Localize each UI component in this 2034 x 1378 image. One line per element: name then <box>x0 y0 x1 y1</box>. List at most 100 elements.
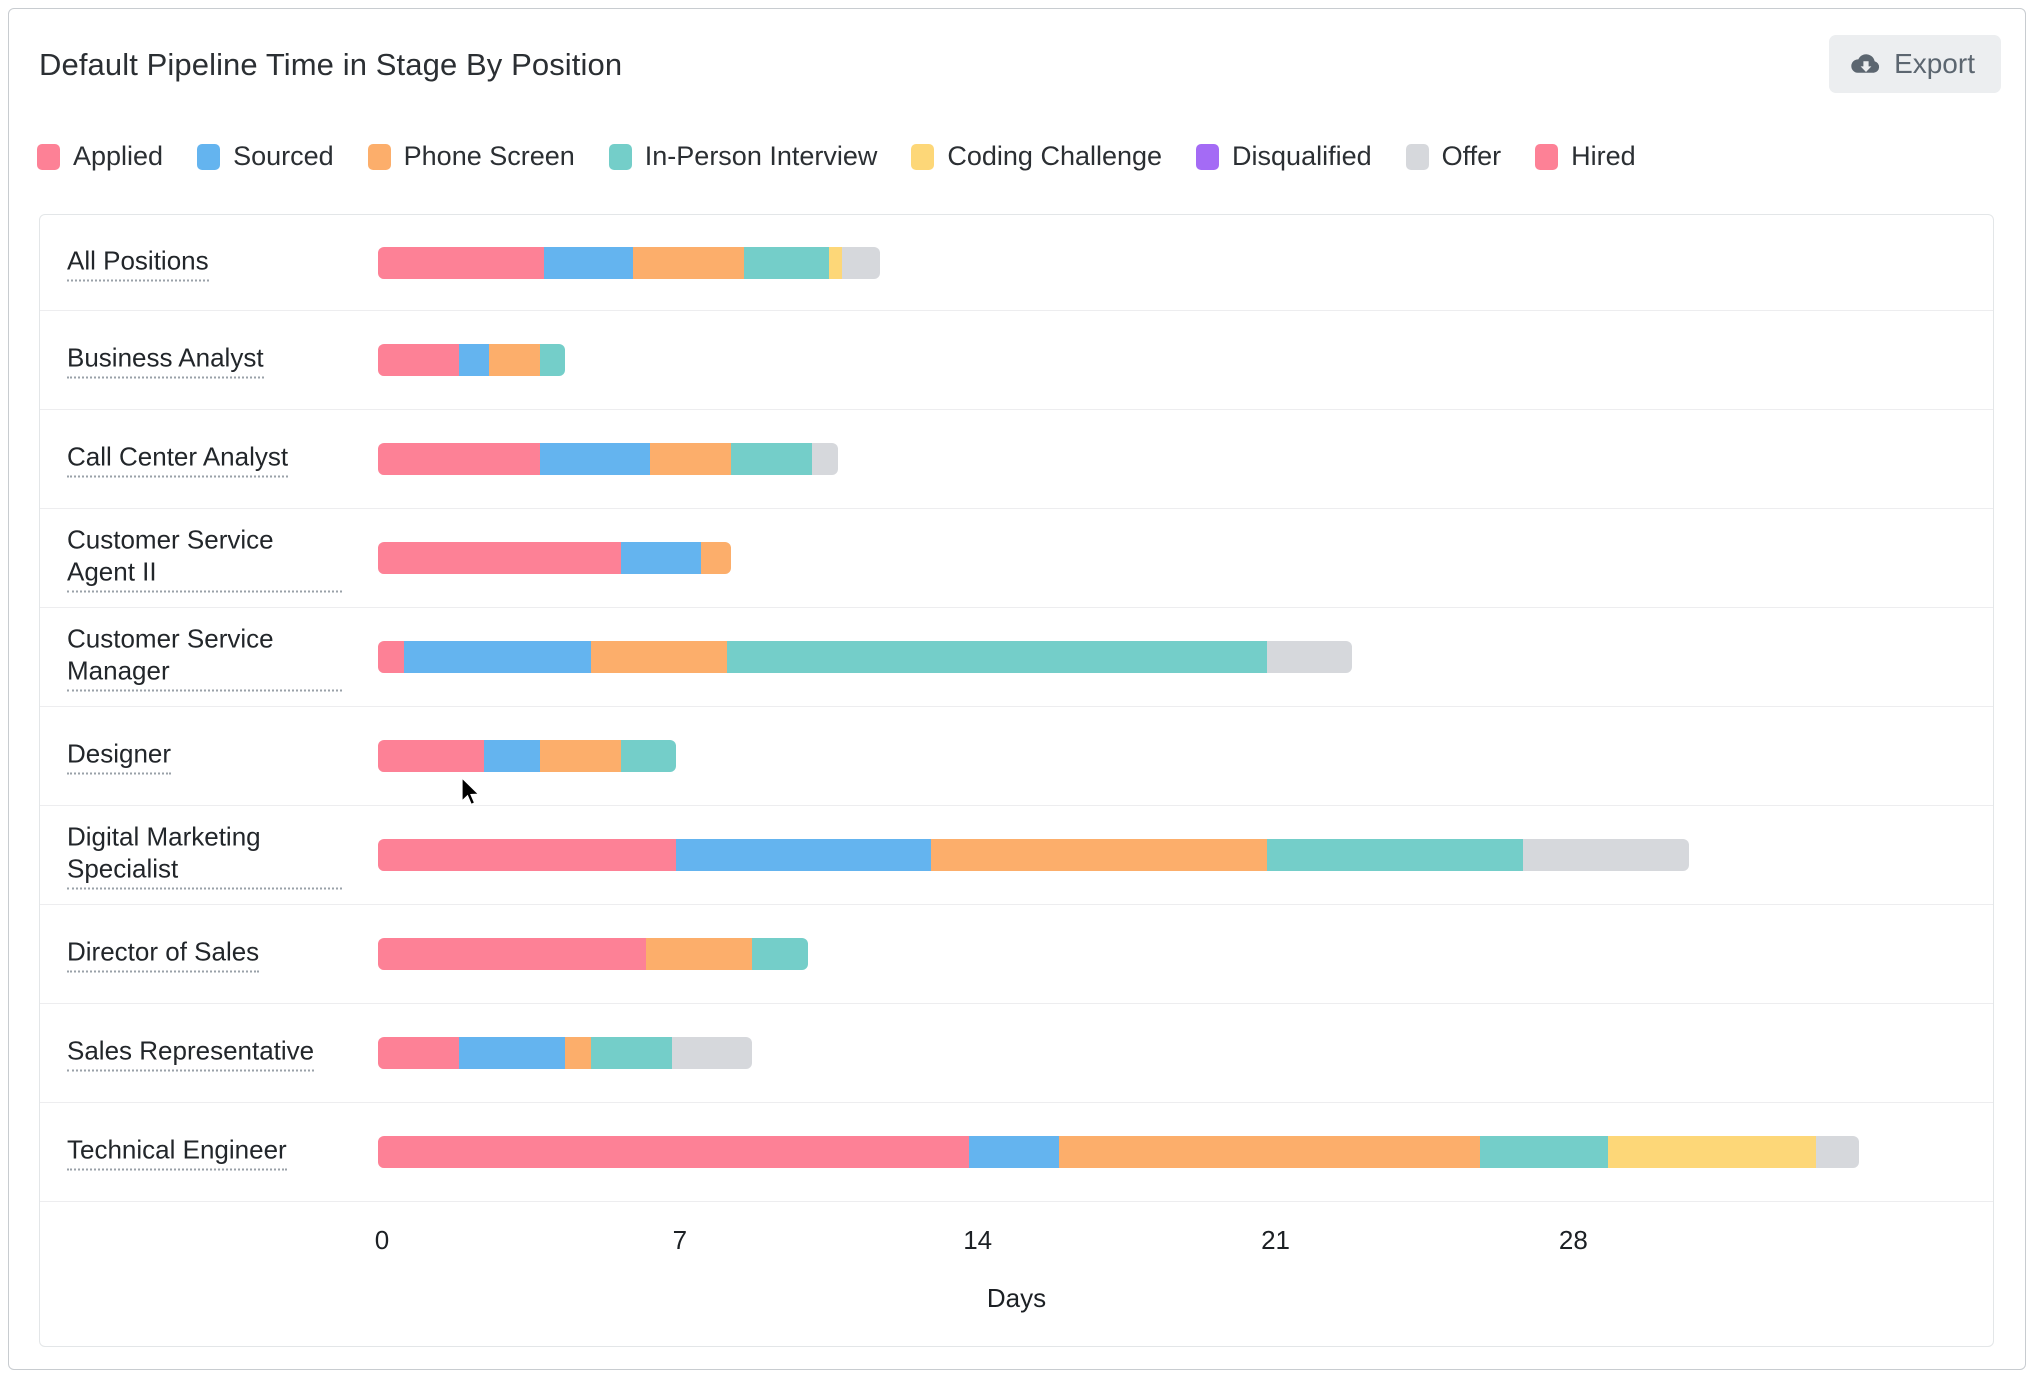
export-button[interactable]: Export <box>1829 35 2001 93</box>
bar-segment[interactable] <box>841 246 881 279</box>
legend-swatch <box>197 143 221 170</box>
bar-segment[interactable] <box>931 839 1268 871</box>
report-card: Default Pipeline Time in Stage By Positi… <box>8 8 2026 1370</box>
bar-segment[interactable] <box>620 740 676 772</box>
bar-segment[interactable] <box>1607 1136 1817 1168</box>
bar-segment[interactable] <box>539 740 621 772</box>
bar-segment[interactable] <box>590 1037 672 1069</box>
legend-item[interactable]: Offer <box>1405 141 1502 172</box>
x-axis: Days 0 7 14 21 28 <box>40 1211 1993 1346</box>
chart-row: Customer Service Manager <box>40 608 1993 707</box>
bar-segment[interactable] <box>458 344 489 376</box>
bar-segment[interactable] <box>969 1136 1059 1168</box>
row-label[interactable]: Sales Representative <box>67 1035 315 1072</box>
bar-segment[interactable] <box>403 641 591 673</box>
legend-label: Applied <box>73 141 164 171</box>
chart-row: Sales Representative <box>40 1004 1993 1103</box>
legend-label: Phone Screen <box>403 141 575 171</box>
bar-segment[interactable] <box>752 938 808 970</box>
bar-segment[interactable] <box>1522 839 1689 871</box>
chart-row: Business Analyst <box>40 311 1993 410</box>
bar-segment[interactable] <box>671 1037 753 1069</box>
legend-item[interactable]: Sourced <box>197 141 334 172</box>
bar-segment[interactable] <box>829 246 842 279</box>
legend-item[interactable]: Applied <box>37 141 163 172</box>
bar-segment[interactable] <box>701 542 732 574</box>
bar-segment[interactable] <box>378 839 676 871</box>
stacked-bar[interactable] <box>378 839 1689 871</box>
legend-item[interactable]: Hired <box>1535 141 1636 172</box>
legend-swatch <box>608 143 632 170</box>
chart-row: Call Center Analyst <box>40 410 1993 509</box>
bar-segment[interactable] <box>1480 1136 1608 1168</box>
stacked-bar[interactable] <box>378 542 732 574</box>
bar-segment[interactable] <box>646 938 753 970</box>
legend-swatch <box>911 143 935 170</box>
legend-label: In-Person Interview <box>644 141 878 171</box>
bar-segment[interactable] <box>675 839 932 871</box>
bar-segment[interactable] <box>378 938 647 970</box>
legend-label: Offer <box>1441 141 1502 171</box>
bar-segment[interactable] <box>1267 839 1523 871</box>
bar-segment[interactable] <box>378 1037 459 1069</box>
bar-segment[interactable] <box>378 443 540 475</box>
bar-segment[interactable] <box>539 443 651 475</box>
stacked-bar[interactable] <box>378 443 838 475</box>
x-axis-tick: 7 <box>672 1225 688 1255</box>
chart-plot-area: All Positions Business Analyst Call Center… <box>39 214 1994 1347</box>
row-label[interactable]: Director of Sales <box>67 936 260 973</box>
bar-segment[interactable] <box>484 740 540 772</box>
row-label[interactable]: Call Center Analyst <box>67 441 289 478</box>
page-title: Default Pipeline Time in Stage By Positi… <box>39 47 623 82</box>
row-label[interactable]: Digital Marketing Specialist <box>67 821 342 890</box>
bar-segment[interactable] <box>543 246 634 279</box>
bar-segment[interactable] <box>812 443 838 475</box>
legend-item[interactable]: Phone Screen <box>367 141 575 172</box>
stacked-bar[interactable] <box>378 938 808 970</box>
x-axis-title: Days <box>986 1283 1047 1313</box>
row-label[interactable]: Customer Service Manager <box>67 623 342 692</box>
bar-segment[interactable] <box>378 740 485 772</box>
bar-segment[interactable] <box>590 641 727 673</box>
legend-swatch <box>1405 143 1429 170</box>
bar-segment[interactable] <box>1058 1136 1481 1168</box>
row-label[interactable]: Technical Engineer <box>67 1134 287 1171</box>
bar-segment[interactable] <box>458 1037 566 1069</box>
stacked-bar[interactable] <box>378 1037 753 1069</box>
stacked-bar[interactable] <box>378 246 881 279</box>
bar-segment[interactable] <box>378 641 404 673</box>
bar-segment[interactable] <box>378 542 621 574</box>
bar-segment[interactable] <box>1816 1136 1859 1168</box>
chart-row: Director of Sales <box>40 905 1993 1004</box>
bar-segment[interactable] <box>726 641 1268 673</box>
bar-segment[interactable] <box>743 246 829 279</box>
bar-segment[interactable] <box>620 542 702 574</box>
bar-segment[interactable] <box>539 344 566 376</box>
bar-segment[interactable] <box>378 344 459 376</box>
legend-item[interactable]: Coding Challenge <box>911 141 1162 172</box>
stacked-bar[interactable] <box>378 740 676 772</box>
bar-segment[interactable] <box>565 1037 591 1069</box>
bar-segment[interactable] <box>378 246 544 279</box>
legend-item[interactable]: Disqualified <box>1196 141 1372 172</box>
x-axis-tick: 21 <box>1261 1225 1291 1255</box>
row-label[interactable]: Designer <box>67 738 172 775</box>
bar-segment[interactable] <box>633 246 744 279</box>
stacked-bar[interactable] <box>378 1136 1859 1168</box>
stacked-bar[interactable] <box>378 641 1353 673</box>
stacked-bar[interactable] <box>378 344 566 376</box>
bar-segment[interactable] <box>378 1136 970 1168</box>
legend-swatch <box>367 143 391 170</box>
row-label[interactable]: Customer Service Agent II <box>67 524 342 593</box>
bar-segment[interactable] <box>1267 641 1353 673</box>
legend-label: Coding Challenge <box>947 141 1163 171</box>
legend-item[interactable]: In-Person Interview <box>608 141 878 172</box>
row-label[interactable]: All Positions <box>67 244 209 281</box>
x-axis-tick: 0 <box>374 1225 390 1255</box>
row-label[interactable]: Business Analyst <box>67 342 264 379</box>
bar-segment[interactable] <box>488 344 540 376</box>
bar-segment[interactable] <box>731 443 812 475</box>
legend-swatch <box>37 143 60 170</box>
bar-segment[interactable] <box>650 443 732 475</box>
chart-legend: Applied Sourced Phone Screen In-Person Inte… <box>37 141 1670 172</box>
